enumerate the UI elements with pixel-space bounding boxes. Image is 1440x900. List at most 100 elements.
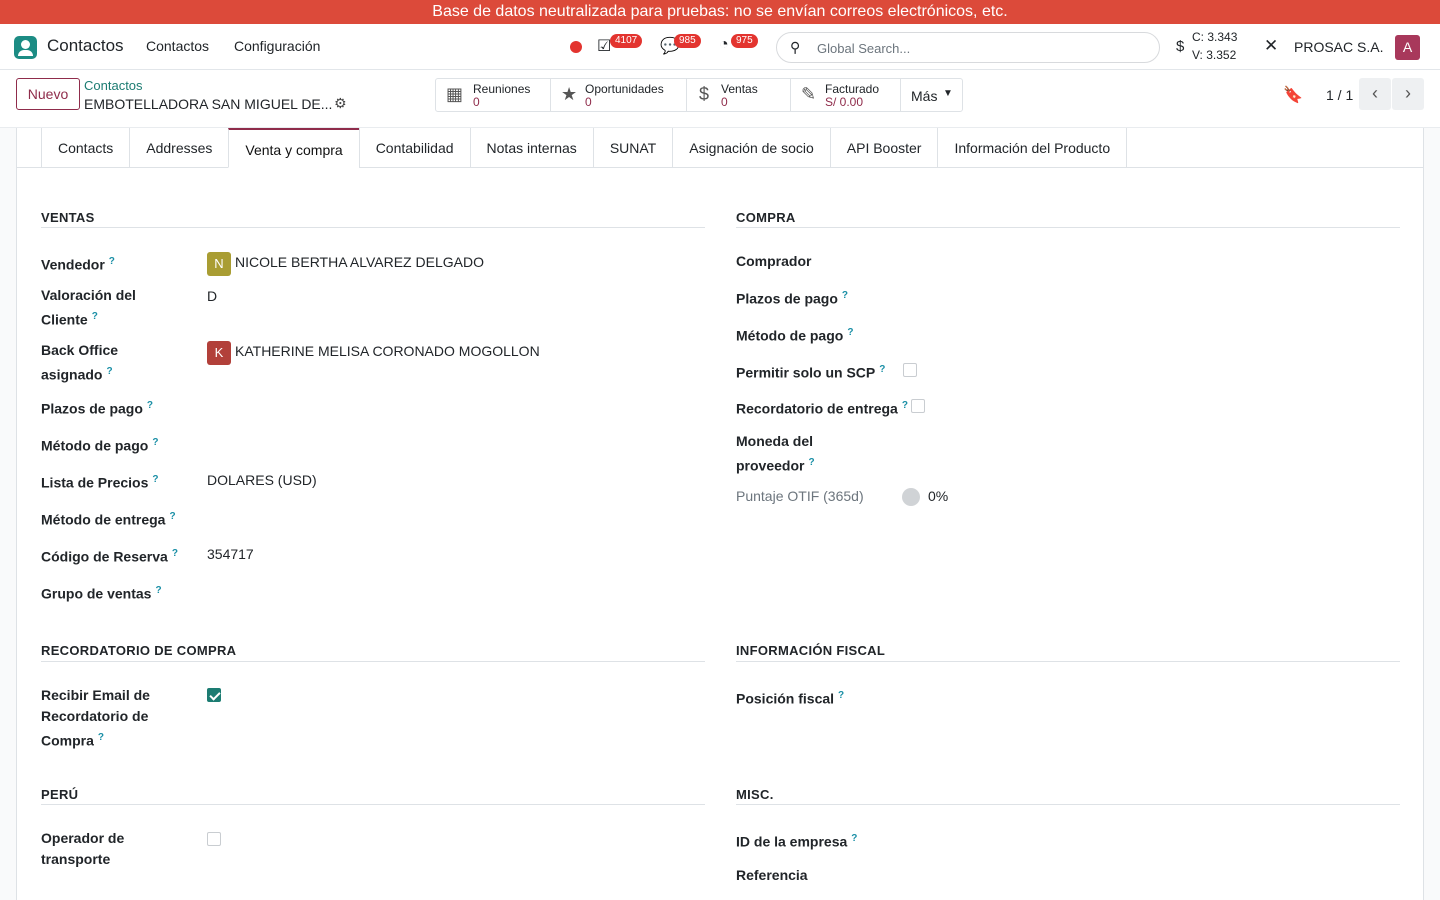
- codigo-de-reserva-value[interactable]: 354717: [207, 544, 254, 565]
- recibir-email-checkbox[interactable]: [207, 688, 221, 702]
- tab-contacts[interactable]: Contacts: [41, 128, 130, 168]
- tab-sunat[interactable]: SUNAT: [592, 128, 673, 168]
- label-back-office: Back Office asignado?: [41, 340, 118, 386]
- help-icon[interactable]: ?: [155, 585, 161, 596]
- more-label: Más: [911, 88, 938, 104]
- smart-button-value: 0: [473, 95, 480, 109]
- help-icon[interactable]: ?: [92, 311, 98, 322]
- smart-button-label: Ventas: [721, 82, 758, 96]
- label-posicion-fiscal: Posición fiscal?: [736, 685, 844, 710]
- back-office-value[interactable]: KATHERINE MELISA CORONADO MOGOLLON: [235, 341, 540, 362]
- section-divider: [736, 661, 1400, 662]
- help-icon[interactable]: ?: [106, 366, 112, 377]
- help-icon[interactable]: ?: [172, 548, 178, 559]
- operador-transporte-checkbox[interactable]: [207, 832, 221, 846]
- help-icon[interactable]: ?: [109, 256, 115, 267]
- tab-contabilidad[interactable]: Contabilidad: [358, 128, 470, 168]
- tab-api-booster[interactable]: API Booster: [829, 128, 938, 168]
- global-search-input[interactable]: [817, 38, 1137, 58]
- timer-badge: 975: [731, 34, 758, 48]
- neutralized-db-banner: Base de datos neutralizada para pruebas:…: [0, 0, 1440, 24]
- company-switcher[interactable]: PROSAC S.A.: [1294, 39, 1383, 55]
- label-text: Posición fiscal: [736, 690, 835, 707]
- help-icon[interactable]: ?: [98, 732, 104, 743]
- lista-de-precios-value[interactable]: DOLARES (USD): [207, 470, 317, 491]
- smart-button-facturado[interactable]: ✎ Facturado S/ 0.00: [791, 79, 901, 111]
- otif-status-dot-icon: [902, 488, 920, 506]
- label-text: Recibir Email de: [41, 687, 150, 703]
- label-text: ID de la empresa: [736, 833, 848, 850]
- breadcrumb-parent[interactable]: Contactos: [84, 78, 143, 93]
- help-icon[interactable]: ?: [838, 690, 844, 701]
- label-id-de-la-empresa: ID de la empresa?: [736, 828, 857, 853]
- help-icon[interactable]: ?: [808, 457, 814, 468]
- back-office-avatar: K: [207, 341, 231, 365]
- smart-button-reuniones[interactable]: ▦ Reuniones 0: [436, 79, 551, 111]
- label-text: Método de pago: [41, 437, 149, 454]
- search-icon: ⚲: [790, 39, 801, 55]
- control-panel: Nuevo Contactos EMBOTELLADORA SAN MIGUEL…: [0, 70, 1440, 128]
- label-grupo-de-ventas: Grupo de ventas?: [41, 580, 162, 605]
- label-codigo-de-reserva: Código de Reserva?: [41, 543, 178, 568]
- help-icon[interactable]: ?: [169, 511, 175, 522]
- contacts-app-icon[interactable]: [14, 36, 37, 59]
- smart-button-oportunidades[interactable]: ★ Oportunidades 0: [551, 79, 687, 111]
- recording-dot-icon[interactable]: [570, 41, 582, 53]
- label-metodo-de-entrega: Método de entrega?: [41, 506, 176, 531]
- smart-buttons: ▦ Reuniones 0 ★ Oportunidades 0 $ Ventas…: [435, 78, 963, 112]
- tab-informacion-del-producto[interactable]: Información del Producto: [937, 128, 1128, 168]
- smart-button-value: 0: [721, 95, 728, 109]
- tab-asignacion-de-socio[interactable]: Asignación de socio: [672, 128, 830, 168]
- menu-configuracion[interactable]: Configuración: [234, 38, 320, 54]
- label-recordatorio-de-entrega: Recordatorio de entrega?: [736, 395, 908, 420]
- label-text: Recordatorio de: [41, 708, 149, 724]
- user-avatar[interactable]: A: [1395, 35, 1420, 60]
- pager-previous-button[interactable]: ‹: [1359, 78, 1391, 110]
- help-icon[interactable]: ?: [902, 400, 908, 411]
- help-icon[interactable]: ?: [147, 400, 153, 411]
- label-text: Grupo de ventas: [41, 585, 152, 602]
- tab-venta-y-compra[interactable]: Venta y compra: [228, 128, 359, 168]
- help-icon[interactable]: ?: [152, 474, 158, 485]
- help-icon[interactable]: ?: [842, 290, 848, 301]
- label-text: Moneda del: [736, 433, 814, 449]
- gear-icon[interactable]: ⚙: [334, 95, 347, 112]
- form-sheet: Contacts Addresses Venta y compra Contab…: [16, 128, 1424, 900]
- global-search[interactable]: ⚲: [776, 32, 1160, 63]
- tools-icon[interactable]: ✕: [1264, 36, 1278, 56]
- recordatorio-entrega-checkbox[interactable]: [911, 399, 925, 413]
- dollar-icon[interactable]: $: [1176, 38, 1184, 55]
- smart-button-ventas[interactable]: $ Ventas 0: [687, 79, 791, 111]
- menu-contactos[interactable]: Contactos: [146, 38, 209, 54]
- clock-icon[interactable]: ◔: [719, 36, 729, 54]
- label-text: Permitir solo un SCP: [736, 364, 876, 381]
- pager-next-button[interactable]: ›: [1392, 78, 1424, 110]
- label-text: Código de Reserva: [41, 548, 168, 565]
- pager-value[interactable]: 1 / 1: [1326, 87, 1353, 103]
- caret-down-icon: ▼: [943, 88, 953, 99]
- label-text: Plazos de pago: [41, 400, 143, 417]
- label-referencia: Referencia: [736, 867, 808, 883]
- label-plazos-de-pago: Plazos de pago?: [41, 395, 153, 420]
- section-divider: [41, 661, 705, 662]
- help-icon[interactable]: ?: [847, 327, 853, 338]
- new-button[interactable]: Nuevo: [16, 78, 80, 110]
- tab-addresses[interactable]: Addresses: [129, 128, 229, 168]
- label-text: Operador de: [41, 830, 125, 846]
- label-recibir-email-recordatorio: Recibir Email de Recordatorio de Compra?: [41, 685, 150, 752]
- section-title-peru: PERÚ: [41, 787, 79, 802]
- help-icon[interactable]: ?: [879, 364, 885, 375]
- bookmark-icon[interactable]: 🔖: [1283, 85, 1303, 105]
- valoracion-value[interactable]: D: [207, 286, 217, 307]
- help-icon[interactable]: ?: [851, 833, 857, 844]
- label-compra-plazos-de-pago: Plazos de pago?: [736, 285, 848, 310]
- help-icon[interactable]: ?: [152, 437, 158, 448]
- tab-notas-internas[interactable]: Notas internas: [469, 128, 593, 168]
- scp-checkbox[interactable]: [903, 363, 917, 377]
- label-text: Método de entrega: [41, 511, 166, 528]
- app-name[interactable]: Contactos: [47, 36, 124, 56]
- smart-button-more[interactable]: Más ▼: [901, 79, 962, 111]
- vendedor-value[interactable]: NICOLE BERTHA ALVAREZ DELGADO: [235, 252, 484, 273]
- label-puntaje-otif: Puntaje OTIF (365d): [736, 488, 864, 504]
- label-text: Recordatorio de entrega: [736, 400, 898, 417]
